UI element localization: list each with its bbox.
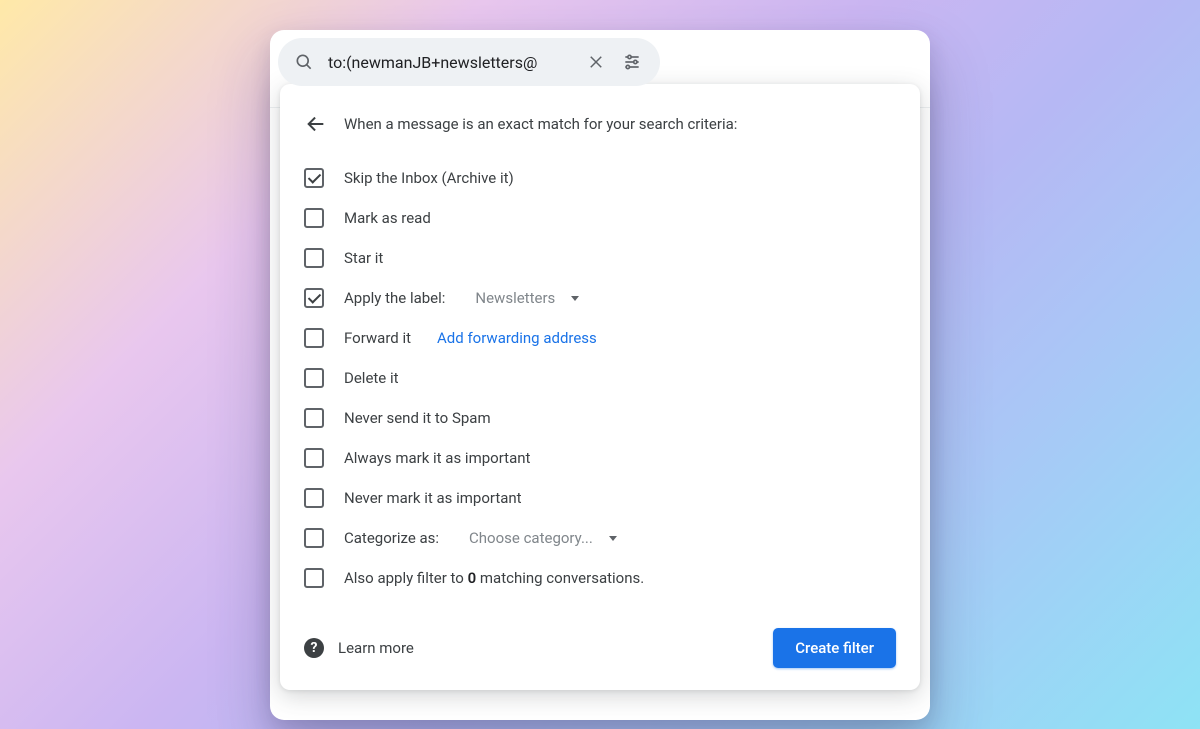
option-never-spam: Never send it to Spam <box>304 398 896 438</box>
option-mark-read: Mark as read <box>304 198 896 238</box>
panel-header: When a message is an exact match for you… <box>304 112 896 136</box>
create-filter-button[interactable]: Create filter <box>773 628 896 668</box>
option-label: Skip the Inbox (Archive it) <box>344 169 514 187</box>
learn-more-group[interactable]: ? Learn more <box>304 638 414 658</box>
category-dropdown[interactable]: Choose category... <box>463 525 623 551</box>
checkbox-always-important[interactable] <box>304 448 324 468</box>
panel-footer: ? Learn more Create filter <box>304 628 896 668</box>
option-star: Star it <box>304 238 896 278</box>
also-apply-suffix: matching conversations. <box>476 569 644 587</box>
option-categorize: Categorize as: Choose category... <box>304 518 896 558</box>
chevron-down-icon <box>571 296 579 301</box>
help-icon: ? <box>304 638 324 658</box>
checkbox-also-apply[interactable] <box>304 568 324 588</box>
checkbox-star[interactable] <box>304 248 324 268</box>
search-input[interactable] <box>316 53 578 72</box>
checkbox-never-important[interactable] <box>304 488 324 508</box>
checkbox-categorize[interactable] <box>304 528 324 548</box>
filter-actions-panel: When a message is an exact match for you… <box>280 84 920 690</box>
search-bar <box>278 38 660 86</box>
option-label: Also apply filter to 0 matching conversa… <box>344 569 644 587</box>
option-skip-inbox: Skip the Inbox (Archive it) <box>304 158 896 198</box>
search-icon <box>292 50 316 74</box>
option-apply-label: Apply the label: Newsletters <box>304 278 896 318</box>
option-also-apply: Also apply filter to 0 matching conversa… <box>304 558 896 598</box>
option-label: Never mark it as important <box>344 489 522 507</box>
chevron-down-icon <box>609 536 617 541</box>
back-arrow-icon[interactable] <box>304 112 328 136</box>
option-always-important: Always mark it as important <box>304 438 896 478</box>
checkbox-skip-inbox[interactable] <box>304 168 324 188</box>
learn-more-label: Learn more <box>338 639 414 657</box>
also-apply-prefix: Also apply filter to <box>344 569 468 587</box>
checkbox-never-spam[interactable] <box>304 408 324 428</box>
label-dropdown-value: Newsletters <box>475 289 555 307</box>
add-forwarding-link[interactable]: Add forwarding address <box>437 329 597 347</box>
option-label: Delete it <box>344 369 399 387</box>
search-options-icon[interactable] <box>614 44 650 80</box>
checkbox-delete[interactable] <box>304 368 324 388</box>
option-label: Mark as read <box>344 209 431 227</box>
option-never-important: Never mark it as important <box>304 478 896 518</box>
category-dropdown-value: Choose category... <box>469 529 593 547</box>
option-label: Always mark it as important <box>344 449 530 467</box>
option-forward: Forward it Add forwarding address <box>304 318 896 358</box>
option-label-prefix: Categorize as: <box>344 529 439 547</box>
checkbox-mark-read[interactable] <box>304 208 324 228</box>
label-dropdown[interactable]: Newsletters <box>469 285 585 311</box>
checkbox-apply-label[interactable] <box>304 288 324 308</box>
matching-count: 0 <box>468 569 477 587</box>
panel-heading: When a message is an exact match for you… <box>344 115 737 133</box>
option-label: Star it <box>344 249 383 267</box>
clear-search-icon[interactable] <box>578 44 614 80</box>
option-delete: Delete it <box>304 358 896 398</box>
app-window: When a message is an exact match for you… <box>270 30 930 720</box>
option-label: Never send it to Spam <box>344 409 491 427</box>
checkbox-forward[interactable] <box>304 328 324 348</box>
option-label-prefix: Apply the label: <box>344 289 445 307</box>
option-label: Forward it <box>344 329 411 347</box>
